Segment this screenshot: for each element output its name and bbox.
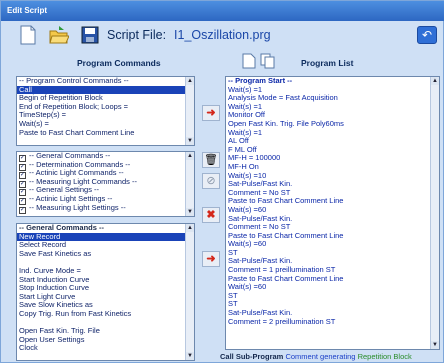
arrow-right-icon: ➜ xyxy=(206,107,216,119)
scroll-up-icon[interactable]: ▲ xyxy=(186,77,194,85)
general-command-item[interactable]: Open User Settings xyxy=(17,335,194,345)
checkbox-icon[interactable]: ✓ xyxy=(19,206,26,214)
scrollbar[interactable]: ▲ ▼ xyxy=(185,224,194,360)
back-arrow-icon: ↶ xyxy=(421,28,433,42)
scroll-down-icon[interactable]: ▼ xyxy=(186,137,194,145)
general-commands-list[interactable]: -- General Commands -- New Record Select R… xyxy=(16,223,195,361)
general-command-item[interactable]: Copy Trig. Run from Fast Kinetics xyxy=(17,308,194,319)
save-disk-icon[interactable] xyxy=(81,25,99,45)
legend-footer: Call Sub-Program Comment generating Repe… xyxy=(220,352,412,361)
legend-comment: Comment generating xyxy=(285,352,356,361)
scroll-up-icon[interactable]: ▲ xyxy=(431,77,439,85)
new-list-icon[interactable] xyxy=(241,53,257,69)
scrollbar[interactable]: ▲ ▼ xyxy=(430,77,439,349)
scroll-up-icon[interactable]: ▲ xyxy=(186,152,194,160)
script-file-label: Script File: xyxy=(107,28,167,42)
arrow-right-icon: ➜ xyxy=(206,253,216,265)
general-command-item[interactable]: Save Fast Kinetics as xyxy=(17,248,194,259)
edit-script-window: Edit Script Script File: I1_Oszillation.p… xyxy=(0,0,444,363)
add-general-command-button[interactable]: ➜ xyxy=(202,251,220,267)
control-command-item[interactable]: -- Program Control Commands -- xyxy=(17,77,194,86)
no-entry-icon: ⊘ xyxy=(206,175,216,187)
general-command-item-label: Save Fast Kinetics as xyxy=(19,248,92,258)
program-list-header: Program List xyxy=(301,58,354,68)
control-commands-list[interactable]: -- Program Control Commands -- Call Begin … xyxy=(16,76,195,146)
scrollbar[interactable]: ▲ ▼ xyxy=(185,77,194,145)
legend-repetition: Repetition Block xyxy=(357,352,412,361)
copy-list-icon[interactable] xyxy=(260,53,276,69)
control-command-item-label: Paste to Fast Chart Comment Line xyxy=(19,127,135,137)
script-file-info: Script File: I1_Oszillation.prg xyxy=(107,28,271,42)
program-list-item[interactable]: AL Off xyxy=(226,136,439,146)
back-button[interactable]: ↶ xyxy=(417,26,437,44)
program-commands-header: Program Commands xyxy=(77,58,161,68)
category-item[interactable]: ✓ -- Measuring Light Settings -- xyxy=(17,202,194,214)
scroll-down-icon[interactable]: ▼ xyxy=(186,208,194,216)
scroll-up-icon[interactable]: ▲ xyxy=(186,224,194,232)
program-list-item[interactable]: ST xyxy=(226,291,439,301)
delete-button[interactable]: 🗑 xyxy=(202,152,220,168)
category-item-label: -- Measuring Light Settings -- xyxy=(29,202,126,212)
program-list-item-label: Comment = 2 preillumination ST xyxy=(228,316,336,326)
script-file-name: I1_Oszillation.prg xyxy=(174,28,271,42)
disable-button[interactable]: ⊘ xyxy=(202,173,220,189)
program-list-item[interactable]: Wait(s) =60 xyxy=(226,282,439,292)
scroll-down-icon[interactable]: ▼ xyxy=(431,341,439,349)
trash-icon: 🗑 xyxy=(204,154,218,166)
control-command-item-label: -- Program Control Commands -- xyxy=(19,76,129,85)
general-command-item[interactable]: Clock xyxy=(17,344,194,353)
toolbar: Script File: I1_Oszillation.prg ↶ xyxy=(1,21,444,49)
add-control-command-button[interactable]: ➜ xyxy=(202,105,220,121)
control-command-item[interactable]: Paste to Fast Chart Comment Line xyxy=(17,127,194,138)
close-icon: ✖ xyxy=(206,209,216,221)
open-folder-icon[interactable] xyxy=(49,25,69,45)
general-command-item-label: Copy Trig. Run from Fast Kinetics xyxy=(19,308,132,318)
new-file-icon[interactable] xyxy=(19,25,37,45)
legend-call: Call Sub-Program xyxy=(220,352,284,361)
program-list-item[interactable]: Wait(s) =60 xyxy=(226,239,439,249)
program-list-item[interactable]: Comment = 2 preillumination ST xyxy=(226,316,439,327)
window-title: Edit Script xyxy=(1,1,444,21)
category-checklist[interactable]: ✓ -- General Commands -- ✓ -- Determination… xyxy=(16,151,195,217)
scroll-down-icon[interactable]: ▼ xyxy=(186,352,194,360)
program-list-item[interactable]: Wait(s) =1 xyxy=(226,128,439,138)
general-command-item-label: Clock xyxy=(19,343,38,353)
scrollbar[interactable]: ▲ ▼ xyxy=(185,152,194,216)
remove-button[interactable]: ✖ xyxy=(202,207,220,223)
program-list[interactable]: -- Program Start -- Wait(s) =1 Analysis Mo… xyxy=(225,76,440,350)
